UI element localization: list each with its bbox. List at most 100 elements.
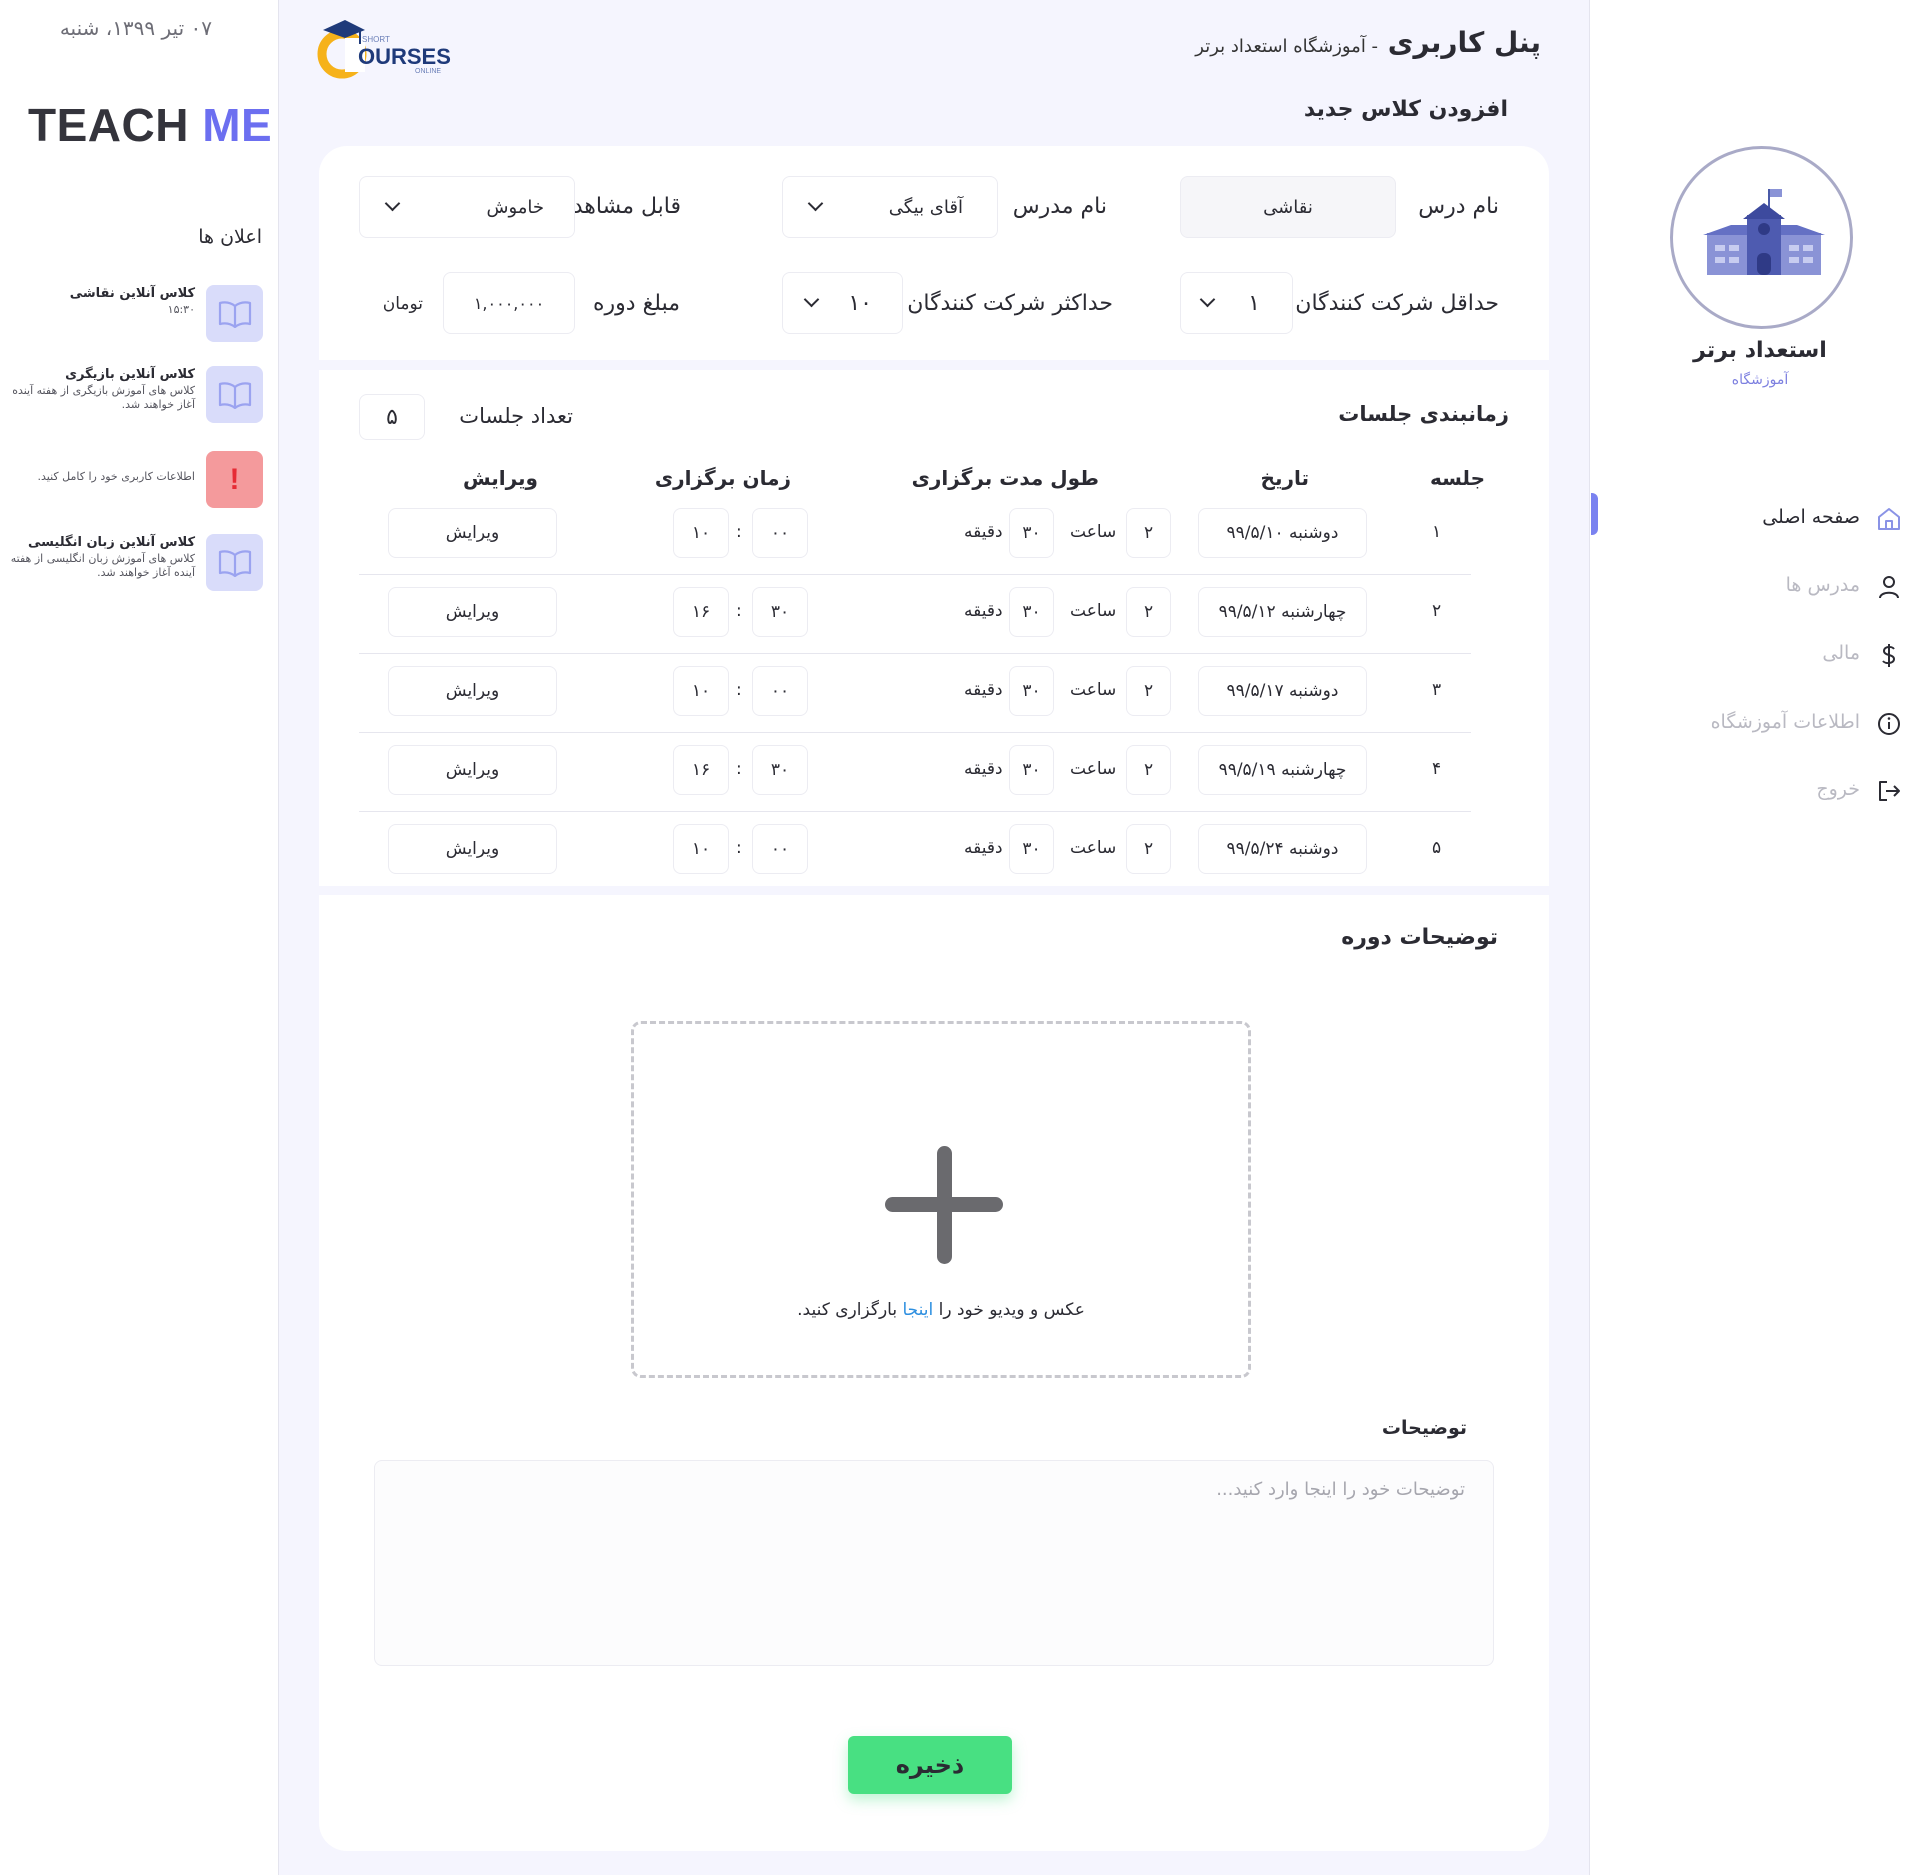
upload-link[interactable]: اینجا xyxy=(902,1300,933,1320)
panel-title-main: پنل کاربری xyxy=(1387,26,1541,59)
duration-minutes-value: ۳۰ xyxy=(1022,760,1041,780)
teacher-select[interactable]: آقای بیگی xyxy=(782,176,998,238)
duration-minutes-field[interactable]: ۳۰ xyxy=(1009,666,1054,716)
duration-minutes-field[interactable]: ۳۰ xyxy=(1009,824,1054,874)
time-minute-value: ۰۰ xyxy=(770,523,790,543)
time-minute-field[interactable]: ۰۰ xyxy=(752,508,808,558)
header-session: جلسه xyxy=(1429,466,1485,490)
description-title: توضیحات دوره xyxy=(1341,925,1498,950)
time-hour-value: ۱۰ xyxy=(691,681,711,701)
minute-label: دقیقه xyxy=(964,838,1003,858)
hour-label: ساعت xyxy=(1070,838,1117,858)
duration-hours-value: ۲ xyxy=(1143,839,1154,859)
nav-item-teachers[interactable]: مدرس ها xyxy=(1591,568,1920,608)
time-hour-value: ۱۰ xyxy=(691,523,711,543)
duration-minutes-field[interactable]: ۳۰ xyxy=(1009,508,1054,558)
chevron-down-icon xyxy=(803,293,821,311)
svg-text:SHORT: SHORT xyxy=(362,35,390,44)
time-separator: : xyxy=(736,759,742,779)
upload-dropzone[interactable]: عکس و ویدیو خود را اینجا بارگزاری کنید. xyxy=(631,1021,1251,1378)
save-button[interactable]: ذخیره xyxy=(848,1736,1012,1794)
time-minute-field[interactable]: ۰۰ xyxy=(752,666,808,716)
duration-minutes-field[interactable]: ۳۰ xyxy=(1009,587,1054,637)
announcement-title: کلاس آنلاین نقاشی xyxy=(69,286,195,301)
edit-button[interactable]: ویرایش xyxy=(388,666,557,716)
hour-label: ساعت xyxy=(1070,680,1117,700)
price-input[interactable]: ۱,۰۰۰,۰۰۰ xyxy=(443,272,575,334)
time-hour-field[interactable]: ۱۰ xyxy=(673,666,729,716)
announcement-title: کلاس آنلاین زبان انگلیسی xyxy=(28,535,195,550)
session-number: ۳ xyxy=(1432,680,1442,700)
max-participants-label: حداکثر شرکت کنندگان xyxy=(907,291,1113,316)
current-date: ۰۷ تیر ۱۳۹۹، شنبه xyxy=(59,16,212,40)
session-number: ۱ xyxy=(1432,522,1442,542)
date-field[interactable]: دوشنبه ۹۹/۵/۲۴ xyxy=(1198,824,1367,874)
visibility-value: خاموش xyxy=(486,196,544,218)
edit-button[interactable]: ویرایش xyxy=(388,508,557,558)
time-minute-field[interactable]: ۳۰ xyxy=(752,587,808,637)
time-hour-value: ۱۶ xyxy=(691,760,711,780)
table-row: ۳ دوشنبه ۹۹/۵/۱۷ ۲ ساعت ۳۰ دقیقه ۰۰ : ۱۰… xyxy=(359,654,1471,733)
svg-text:OURSES: OURSES xyxy=(358,44,451,69)
nav-label: خروج xyxy=(1816,778,1860,800)
upload-text-before: عکس و ویدیو خود را xyxy=(938,1300,1085,1320)
date-field[interactable]: چهارشنبه ۹۹/۵/۱۹ xyxy=(1198,745,1367,795)
announcement-title: کلاس آنلاین بازیگری xyxy=(65,367,195,382)
time-hour-field[interactable]: ۱۶ xyxy=(673,745,729,795)
time-hour-value: ۱۰ xyxy=(691,839,711,859)
time-minute-field[interactable]: ۰۰ xyxy=(752,824,808,874)
time-hour-field[interactable]: ۱۶ xyxy=(673,587,729,637)
session-count-field[interactable]: ۵ xyxy=(359,394,425,440)
nav-label: مالی xyxy=(1822,642,1860,664)
duration-hours-field[interactable]: ۲ xyxy=(1126,745,1171,795)
visibility-select[interactable]: خاموش xyxy=(359,176,575,238)
date-field[interactable]: چهارشنبه ۹۹/۵/۱۲ xyxy=(1198,587,1367,637)
time-hour-field[interactable]: ۱۰ xyxy=(673,824,729,874)
announcement-item[interactable]: کلاس آنلاین بازیگری کلاس های آموزش بازیگ… xyxy=(0,366,279,430)
time-separator: : xyxy=(736,522,742,542)
home-icon xyxy=(1878,508,1900,530)
header-time: زمان برگزاری xyxy=(654,466,791,490)
time-minute-field[interactable]: ۳۰ xyxy=(752,745,808,795)
min-participants-select[interactable]: ۱ xyxy=(1180,272,1293,334)
date-field[interactable]: دوشنبه ۹۹/۵/۱۷ xyxy=(1198,666,1367,716)
max-participants-select[interactable]: ۱۰ xyxy=(782,272,903,334)
edit-button[interactable]: ویرایش xyxy=(388,824,557,874)
duration-hours-field[interactable]: ۲ xyxy=(1126,508,1171,558)
time-hour-field[interactable]: ۱۰ xyxy=(673,508,729,558)
table-row: ۲ چهارشنبه ۹۹/۵/۱۲ ۲ ساعت ۳۰ دقیقه ۳۰ : … xyxy=(359,575,1471,654)
announcement-item[interactable]: کلاس آنلاین نقاشی ۱۵:۳۰ xyxy=(0,285,279,349)
chevron-down-icon xyxy=(384,197,402,215)
minute-label: دقیقه xyxy=(964,680,1003,700)
course-name-value: نقاشی xyxy=(1263,196,1313,218)
min-participants-label: حداقل شرکت کنندگان xyxy=(1295,291,1499,316)
duration-hours-field[interactable]: ۲ xyxy=(1126,587,1171,637)
edit-button[interactable]: ویرایش xyxy=(388,745,557,795)
date-field[interactable]: دوشنبه ۹۹/۵/۱۰ xyxy=(1198,508,1367,558)
date-value: چهارشنبه ۹۹/۵/۱۲ xyxy=(1218,602,1347,622)
course-name-field[interactable]: نقاشی xyxy=(1180,176,1396,238)
edit-button[interactable]: ویرایش xyxy=(388,587,557,637)
nav-item-logout[interactable]: خروج xyxy=(1591,772,1920,812)
duration-hours-field[interactable]: ۲ xyxy=(1126,824,1171,874)
nav-item-finance[interactable]: مالی xyxy=(1591,636,1920,676)
edit-label: ویرایش xyxy=(445,839,500,859)
nav-item-institute-info[interactable]: اطلاعات آموزشگاه xyxy=(1591,705,1920,745)
teacher-value: آقای بیگی xyxy=(888,196,963,218)
logout-icon xyxy=(1879,781,1900,801)
duration-hours-field[interactable]: ۲ xyxy=(1126,666,1171,716)
date-value: دوشنبه ۹۹/۵/۲۴ xyxy=(1226,839,1339,859)
announcement-item[interactable]: ! اطلاعات کاربری خود را کامل کنید. xyxy=(0,451,279,515)
book-icon xyxy=(206,534,263,591)
duration-minutes-field[interactable]: ۳۰ xyxy=(1009,745,1054,795)
nav-item-home[interactable]: صفحه اصلی xyxy=(1591,500,1920,540)
announcement-item[interactable]: کلاس آنلاین زبان انگلیسی کلاس های آموزش … xyxy=(0,534,279,598)
chevron-down-icon xyxy=(1199,293,1217,311)
minute-label: دقیقه xyxy=(964,522,1003,542)
notes-label: توضیحات xyxy=(1381,1417,1467,1439)
announcement-subtitle: اطلاعات کاربری خود را کامل کنید. xyxy=(37,470,195,483)
duration-minutes-value: ۳۰ xyxy=(1022,839,1041,859)
page-title: افزودن کلاس جدید xyxy=(1303,97,1508,122)
notes-textarea[interactable] xyxy=(374,1460,1494,1666)
table-row: ۱ دوشنبه ۹۹/۵/۱۰ ۲ ساعت ۳۰ دقیقه ۰۰ : ۱۰… xyxy=(359,496,1471,575)
